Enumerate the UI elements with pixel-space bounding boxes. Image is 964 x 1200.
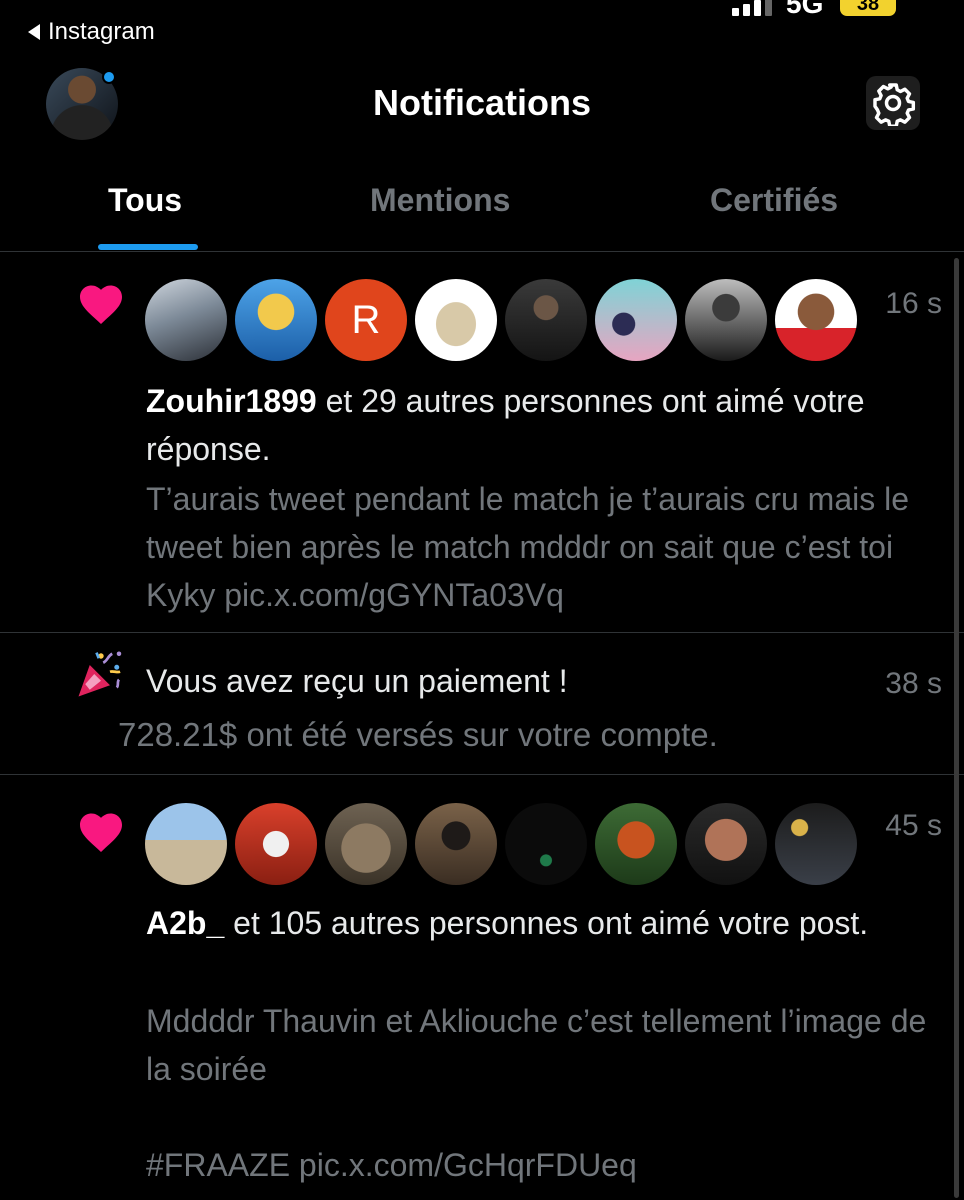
notification-action: et 105 autres personnes ont aimé votre p…	[224, 905, 869, 941]
notification-preview: Mddddr Thauvin et Akliouche c’est tellem…	[146, 1003, 927, 1183]
page-title: Notifications	[372, 82, 591, 123]
scrollbar[interactable]	[954, 258, 959, 1198]
active-tab-indicator	[98, 244, 198, 250]
gear-icon	[873, 83, 916, 126]
actor-name[interactable]: A2b_	[146, 905, 224, 941]
avatar[interactable]	[235, 803, 317, 885]
avatar[interactable]	[145, 279, 227, 361]
header: Notifications	[0, 60, 964, 150]
payment-title: Vous avez reçu un paiement !	[146, 663, 568, 699]
tab-tous[interactable]: Tous	[108, 182, 182, 219]
status-bar: Instagram 5G 38	[0, 0, 964, 50]
heart-icon	[80, 285, 122, 325]
party-popper-icon	[78, 651, 122, 697]
notification-preview: T’aurais tweet pendant le match je t’aur…	[146, 481, 918, 613]
avatar[interactable]: R	[325, 279, 407, 361]
network-type: 5G	[786, 0, 824, 19]
heart-icon	[80, 813, 122, 853]
avatar[interactable]	[415, 279, 497, 361]
avatar[interactable]	[775, 279, 857, 361]
notification-item-payment[interactable]: Vous avez reçu un paiement ! 38 s 728.21…	[0, 633, 964, 775]
notification-item-like[interactable]: R 16 s Zouhir1899 et 29 autres personnes…	[0, 253, 964, 633]
liker-avatars: R	[145, 279, 857, 361]
avatar[interactable]	[685, 803, 767, 885]
avatar[interactable]	[775, 803, 857, 885]
avatar[interactable]	[505, 803, 587, 885]
notification-text: A2b_ et 105 autres personnes ont aimé vo…	[146, 899, 936, 947]
tab-certifies[interactable]: Certifiés	[710, 182, 838, 219]
avatar[interactable]	[145, 803, 227, 885]
liker-avatars	[145, 803, 857, 885]
avatar[interactable]	[415, 803, 497, 885]
payment-detail: 728.21$ ont été versés sur votre compte.	[118, 716, 718, 753]
notification-text: Zouhir1899 et 29 autres personnes ont ai…	[146, 377, 936, 473]
avatar[interactable]	[325, 803, 407, 885]
timestamp: 45 s	[885, 809, 942, 842]
battery-indicator: 38	[840, 0, 896, 16]
actor-name[interactable]: Zouhir1899	[146, 383, 317, 419]
avatar[interactable]	[595, 803, 677, 885]
back-to-app-button[interactable]: Instagram	[28, 18, 155, 46]
timestamp: 16 s	[885, 287, 942, 320]
signal-strength-icon	[732, 0, 772, 16]
settings-button[interactable]	[866, 76, 920, 130]
timestamp: 38 s	[885, 667, 942, 700]
avatar[interactable]	[235, 279, 317, 361]
avatar[interactable]	[685, 279, 767, 361]
tab-mentions[interactable]: Mentions	[370, 182, 510, 219]
back-arrow-icon	[28, 24, 40, 40]
back-app-label: Instagram	[48, 18, 155, 45]
avatar[interactable]	[505, 279, 587, 361]
avatar[interactable]	[595, 279, 677, 361]
notification-item-like[interactable]: 45 s A2b_ et 105 autres personnes ont ai…	[0, 775, 964, 1200]
notification-tabs: Tous Mentions Certifiés	[0, 160, 964, 252]
